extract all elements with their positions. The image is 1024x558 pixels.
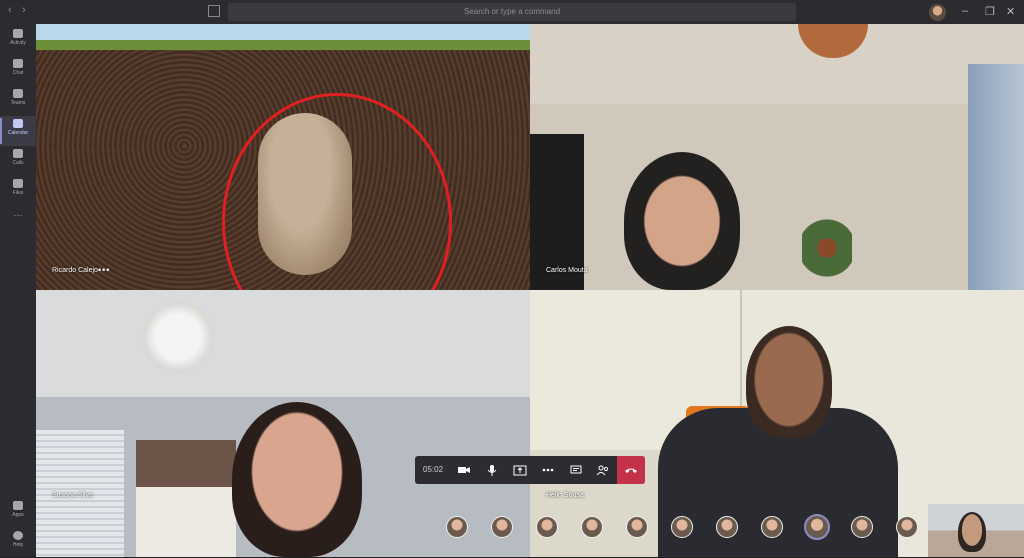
phone-icon bbox=[13, 149, 23, 158]
share-screen-icon[interactable] bbox=[513, 463, 527, 477]
forward-button[interactable]: › bbox=[22, 4, 26, 16]
rail-item-calls[interactable]: Calls bbox=[0, 146, 36, 176]
close-button[interactable]: ✕ bbox=[1006, 5, 1015, 18]
participant-video bbox=[624, 152, 740, 290]
app-rail: Activity Chat Teams Calendar Calls Files… bbox=[0, 24, 36, 557]
apps-icon bbox=[13, 501, 23, 510]
rail-item-chat[interactable]: Chat bbox=[0, 56, 36, 86]
participant-avatar[interactable] bbox=[851, 516, 873, 538]
rail-item-calendar[interactable]: Calendar bbox=[0, 116, 36, 146]
shelf bbox=[136, 440, 236, 557]
call-controls: 05:02 bbox=[415, 456, 645, 484]
ceiling-lamp bbox=[136, 300, 220, 374]
participant-name: Hélio Sousa bbox=[546, 492, 584, 499]
rail-item-files[interactable]: Files bbox=[0, 176, 36, 206]
rail-item-label: Files bbox=[12, 190, 24, 196]
participant-video bbox=[746, 326, 832, 438]
rail-item-activity[interactable]: Activity bbox=[0, 26, 36, 56]
rail-item-help[interactable]: Help bbox=[0, 528, 36, 558]
chat-icon[interactable] bbox=[569, 463, 583, 477]
participant-avatar[interactable] bbox=[716, 516, 738, 538]
participant-avatar[interactable] bbox=[626, 516, 648, 538]
participant-avatar[interactable] bbox=[896, 516, 918, 538]
file-icon bbox=[13, 179, 23, 188]
hang-up-button[interactable] bbox=[617, 456, 645, 484]
participants-icon[interactable] bbox=[596, 463, 610, 477]
self-video bbox=[958, 512, 986, 552]
camera-icon[interactable] bbox=[457, 463, 471, 477]
new-chat-icon[interactable] bbox=[208, 5, 220, 17]
title-bar: ‹ › Search or type a command – ❐ ✕ bbox=[0, 0, 1024, 24]
back-button[interactable]: ‹ bbox=[8, 4, 12, 16]
minimize-button[interactable]: – bbox=[962, 5, 968, 17]
maximize-button[interactable]: ❐ bbox=[985, 5, 995, 18]
participant-avatar[interactable] bbox=[671, 516, 693, 538]
teams-icon bbox=[13, 89, 23, 98]
participant-avatar[interactable] bbox=[491, 516, 513, 538]
more-actions-icon[interactable] bbox=[541, 463, 555, 477]
search-input[interactable]: Search or type a command bbox=[228, 3, 796, 21]
more-options-button[interactable]: ••• bbox=[98, 265, 110, 275]
participant-avatar[interactable] bbox=[536, 516, 558, 538]
participant-name: Ricardo Calejo bbox=[52, 267, 98, 274]
video-tile-carlos[interactable]: Carlos Mouta bbox=[530, 24, 1024, 290]
participant-name: Susana Silva bbox=[52, 492, 93, 499]
rail-item-label: Calendar bbox=[7, 130, 29, 136]
help-icon bbox=[13, 531, 23, 540]
participant-video bbox=[232, 402, 362, 557]
participant-avatar-selected[interactable] bbox=[804, 514, 830, 540]
rail-item-label: Activity bbox=[10, 40, 26, 46]
video-tile-ricardo[interactable]: Ricardo Calejo ••• bbox=[36, 24, 530, 290]
participant-avatar[interactable] bbox=[581, 516, 603, 538]
chat-icon bbox=[13, 59, 23, 68]
rail-item-teams[interactable]: Teams bbox=[0, 86, 36, 116]
rail-item-apps[interactable]: Apps bbox=[0, 498, 36, 528]
rail-item-label: Apps bbox=[12, 512, 24, 518]
microphone-icon[interactable] bbox=[485, 463, 499, 477]
lamp bbox=[798, 24, 868, 58]
bell-icon bbox=[13, 29, 23, 38]
rail-item-label: Help bbox=[12, 542, 24, 548]
curtain bbox=[968, 64, 1024, 290]
more-apps-button[interactable]: ··· bbox=[0, 210, 36, 240]
call-timer: 05:02 bbox=[423, 465, 444, 474]
participant-avatar[interactable] bbox=[446, 516, 468, 538]
rail-item-label: Calls bbox=[12, 160, 24, 166]
calendar-icon bbox=[13, 119, 23, 128]
plant bbox=[802, 208, 852, 288]
participant-name: Carlos Mouta bbox=[546, 267, 588, 274]
participant-avatar[interactable] bbox=[761, 516, 783, 538]
hang-up-icon bbox=[625, 468, 637, 473]
rail-item-label: Teams bbox=[10, 100, 26, 106]
self-view[interactable] bbox=[928, 504, 1024, 557]
profile-avatar[interactable] bbox=[929, 4, 946, 21]
rail-item-label: Chat bbox=[12, 70, 24, 76]
